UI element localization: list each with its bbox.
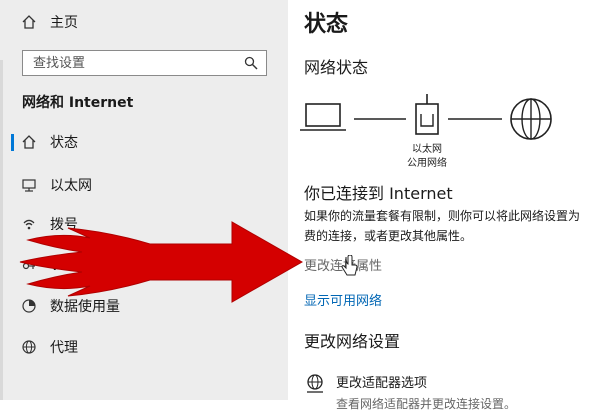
sidebar-item-label: 状态 [50,135,78,151]
search-box[interactable] [22,50,267,76]
network-status-heading: 网络状态 [304,58,369,77]
sidebar-item-label: 拨号 [50,217,78,233]
sidebar-item-status[interactable]: 状态 [0,127,288,157]
sidebar-item-label: 主页 [50,15,78,31]
connected-title: 你已连接到 Internet [304,184,453,203]
sidebar-item-dialup[interactable]: 拨号 [0,209,288,239]
hand-cursor-icon [341,255,358,276]
change-adapter-options[interactable]: 更改适配器选项 查看网络适配器并更改连接设置。 [304,372,516,412]
network-type-label: 公用网络 [407,156,447,169]
main-content: 状态 网络状态 以太网 公用网络 你已连接到 Internet 如果你的流量套餐… [288,0,600,411]
home-globe-icon [20,133,38,151]
sidebar-item-data-usage[interactable]: 数据使用量 [0,291,288,321]
sidebar-item-home[interactable]: 主页 [0,7,288,37]
sidebar: 主页 网络和 Internet 状态 以太网 拨号 VPN [0,0,288,400]
sidebar-item-label: VPN [50,258,79,274]
network-diagram: 以太网 公用网络 [298,92,598,172]
search-icon[interactable] [244,56,258,70]
connection-description: 如果你的流量套餐有限制，则你可以将此网络设置为 费的连接，或者更改其他属性。 [304,206,600,246]
adapter-options-subtitle: 查看网络适配器并更改连接设置。 [336,397,517,411]
sidebar-item-label: 数据使用量 [50,299,120,315]
sidebar-section-title: 网络和 Internet [22,95,134,111]
computer-icon [300,103,346,131]
internet-globe-icon [510,98,552,140]
page-title: 状态 [304,12,349,37]
adapter-globe-icon [304,372,326,394]
search-input[interactable] [23,51,233,75]
dialup-icon [20,215,38,233]
vpn-icon [20,257,38,275]
globe-icon [20,338,38,356]
ethernet-icon [20,176,38,194]
ethernet-adapter-icon [415,94,439,135]
sidebar-item-label: 以太网 [50,178,92,194]
data-usage-icon [20,297,38,315]
sidebar-item-proxy[interactable]: 代理 [0,332,288,362]
description-line: 费的连接，或者更改其他属性。 [304,229,473,243]
sidebar-item-label: 代理 [50,340,78,356]
home-icon [20,13,38,31]
description-line: 如果你的流量套餐有限制，则你可以将此网络设置为 [304,209,581,223]
show-available-networks-link[interactable]: 显示可用网络 [304,290,382,309]
adapter-options-title: 更改适配器选项 [336,376,428,391]
sidebar-item-ethernet[interactable]: 以太网 [0,170,288,200]
sidebar-item-vpn[interactable]: VPN [0,251,288,281]
adapter-name-label: 以太网 [412,142,442,155]
change-network-settings-heading: 更改网络设置 [304,332,401,351]
